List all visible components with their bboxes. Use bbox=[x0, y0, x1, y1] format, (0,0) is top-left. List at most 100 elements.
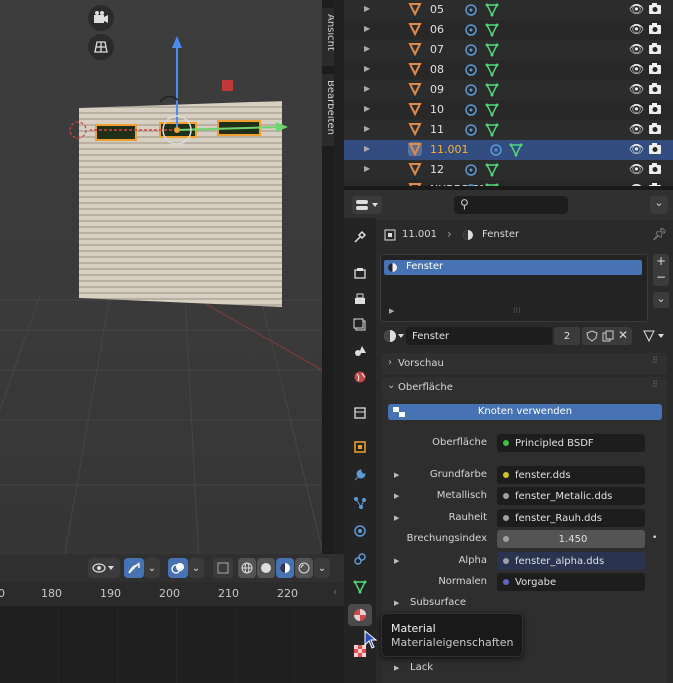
outliner-row[interactable]: ▶ 11.001 👁︎ bbox=[344, 140, 673, 160]
expand-arrow-icon[interactable]: ▶ bbox=[389, 307, 394, 315]
expand-arrow-icon[interactable]: ▶ bbox=[364, 64, 370, 73]
mesh-data-icon[interactable] bbox=[509, 143, 523, 157]
outliner-row[interactable]: ▶ 10 👁︎ bbox=[344, 100, 673, 120]
drag-handle-icon[interactable]: ⠿ bbox=[652, 380, 658, 389]
eye-icon[interactable]: 👁︎ bbox=[629, 142, 644, 156]
object-tab-icon[interactable] bbox=[348, 436, 372, 458]
scene-tab-icon[interactable] bbox=[348, 340, 372, 362]
subsurface-row[interactable]: ▶ Subsurface bbox=[382, 593, 667, 613]
socket-link-field[interactable]: Principled BSDF bbox=[497, 434, 645, 452]
mesh-data-icon[interactable] bbox=[485, 3, 499, 17]
rendered-shading-icon[interactable] bbox=[295, 558, 313, 578]
expand-arrow-icon[interactable]: ▶ bbox=[364, 24, 370, 33]
tool-tab-icon[interactable] bbox=[348, 226, 372, 248]
eye-icon[interactable]: 👁︎ bbox=[629, 42, 644, 56]
outliner-row[interactable]: ▶ 09 👁︎ bbox=[344, 80, 673, 100]
mesh-data-icon[interactable] bbox=[485, 163, 499, 177]
outliner-row[interactable]: ▶ 07 👁︎ bbox=[344, 40, 673, 60]
add-slot-button[interactable]: + bbox=[653, 254, 669, 270]
browse-material-button[interactable] bbox=[382, 327, 406, 345]
render-camera-icon[interactable] bbox=[649, 3, 661, 14]
keyframe-dot-icon[interactable]: • bbox=[652, 533, 657, 543]
eye-icon[interactable]: 👁︎ bbox=[629, 2, 644, 16]
particles-tab-icon[interactable] bbox=[348, 492, 372, 514]
panel-oberflaeche[interactable]: ⌄ Oberfläche ⠿ bbox=[382, 377, 667, 399]
timeline-track[interactable] bbox=[0, 606, 334, 683]
outliner-row[interactable]: ▶ 12 👁︎ bbox=[344, 160, 673, 180]
mesh-data-icon[interactable] bbox=[485, 123, 499, 137]
expand-arrow-icon[interactable]: ▶ bbox=[394, 492, 399, 500]
gizmo-toggle-icon[interactable] bbox=[124, 558, 144, 578]
resize-grip-icon[interactable]: ⁝⁝⁝ bbox=[513, 306, 521, 315]
frame-ruler[interactable]: 0 180 190 200 210 220 ‹ bbox=[0, 582, 344, 606]
wall-mesh[interactable] bbox=[60, 30, 300, 310]
mesh-data-icon[interactable] bbox=[485, 103, 499, 117]
timeline[interactable]: 0 180 190 200 210 220 ‹ bbox=[0, 582, 344, 683]
mesh-data-icon[interactable] bbox=[485, 83, 499, 97]
render-camera-icon[interactable] bbox=[649, 63, 661, 74]
link-dropdown[interactable] bbox=[642, 327, 668, 345]
render-camera-icon[interactable] bbox=[649, 23, 661, 34]
fake-user-shield-icon[interactable] bbox=[586, 330, 598, 342]
render-camera-icon[interactable] bbox=[649, 43, 661, 54]
solid-shading-icon[interactable] bbox=[257, 558, 275, 578]
modifier-wrench-icon[interactable] bbox=[464, 3, 478, 17]
eye-icon[interactable]: 👁︎ bbox=[629, 82, 644, 96]
expand-arrow-icon[interactable]: ▶ bbox=[394, 557, 399, 565]
render-camera-icon[interactable] bbox=[649, 163, 661, 174]
3d-viewport[interactable] bbox=[0, 0, 322, 582]
modifier-wrench-icon[interactable] bbox=[489, 143, 503, 157]
outliner[interactable]: ▶ 05 👁︎ ▶ 06 👁︎ ▶ 07 👁︎ ▶ 08 👁︎ ▶ 09 👁︎ ▶ 10 👁︎ ▶ 11 👁︎ ▶ 11.0… bbox=[344, 0, 673, 188]
properties-editor[interactable]: ⚲ ⌄ 11.001 › Fenster 📌︎ Fenster ▶ ⁝⁝⁝ + … bbox=[344, 188, 673, 683]
eye-icon[interactable]: 👁︎ bbox=[629, 102, 644, 116]
modifier-tab-icon[interactable] bbox=[348, 464, 372, 486]
chevron-down-icon[interactable]: ⌄ bbox=[144, 558, 160, 578]
eye-icon[interactable]: 👁︎ bbox=[629, 22, 644, 36]
editor-type-button[interactable] bbox=[352, 196, 382, 214]
modifier-wrench-icon[interactable] bbox=[464, 123, 478, 137]
view-layer-tab-icon[interactable] bbox=[348, 314, 372, 336]
duplicate-icon[interactable] bbox=[602, 330, 614, 342]
material-name-field[interactable]: Fenster bbox=[406, 327, 552, 345]
remove-slot-button[interactable]: − bbox=[653, 270, 669, 286]
modifier-wrench-icon[interactable] bbox=[464, 63, 478, 77]
eye-icon[interactable]: 👁︎ bbox=[629, 62, 644, 76]
output-tab-icon[interactable] bbox=[348, 288, 372, 310]
modifier-wrench-icon[interactable] bbox=[464, 23, 478, 37]
expand-arrow-icon[interactable]: ▶ bbox=[364, 164, 370, 173]
chevron-down-icon[interactable]: ⌄ bbox=[314, 558, 330, 578]
outliner-row[interactable]: ▶ 08 👁︎ bbox=[344, 60, 673, 80]
socket-link-field[interactable]: fenster_Rauh.dds bbox=[497, 509, 645, 527]
render-camera-icon[interactable] bbox=[649, 83, 661, 94]
socket-link-field[interactable]: fenster_alpha.dds bbox=[497, 552, 645, 570]
ior-number-field[interactable]: 1.450 bbox=[497, 530, 645, 548]
data-tab-icon[interactable] bbox=[348, 576, 372, 598]
socket-link-field[interactable]: fenster_Metalic.dds bbox=[497, 487, 645, 505]
wireframe-shading-icon[interactable] bbox=[238, 558, 256, 578]
expand-arrow-icon[interactable]: ▶ bbox=[364, 104, 370, 113]
render-camera-icon[interactable] bbox=[649, 103, 661, 114]
eye-icon[interactable]: 👁︎ bbox=[629, 122, 644, 136]
overlay-toggle-icon[interactable] bbox=[168, 558, 188, 578]
render-camera-icon[interactable] bbox=[649, 123, 661, 134]
material-shading-icon[interactable] bbox=[276, 558, 294, 578]
material-tab-icon[interactable] bbox=[348, 604, 372, 626]
use-nodes-button[interactable]: Knoten verwenden bbox=[388, 404, 662, 420]
collection-tab-icon[interactable] bbox=[348, 402, 372, 424]
pin-icon[interactable]: 📌︎ bbox=[652, 227, 667, 241]
modifier-wrench-icon[interactable] bbox=[464, 163, 478, 177]
world-tab-icon[interactable] bbox=[348, 366, 372, 388]
modifier-wrench-icon[interactable] bbox=[464, 103, 478, 117]
chevron-down-icon[interactable]: ⌄ bbox=[653, 292, 669, 308]
modifier-wrench-icon[interactable] bbox=[464, 43, 478, 57]
drag-handle-icon[interactable]: ⠿ bbox=[652, 356, 658, 365]
expand-arrow-icon[interactable]: ▶ bbox=[364, 4, 370, 13]
modifier-wrench-icon[interactable] bbox=[464, 83, 478, 97]
socket-link-field[interactable]: fenster.dds bbox=[497, 466, 645, 484]
expand-arrow-icon[interactable]: ▶ bbox=[364, 84, 370, 93]
constraints-tab-icon[interactable] bbox=[348, 548, 372, 570]
camera-icon[interactable] bbox=[88, 5, 114, 31]
xray-toggle-icon[interactable] bbox=[213, 558, 233, 578]
expand-arrow-icon[interactable]: ▶ bbox=[364, 124, 370, 133]
lack-row[interactable]: ▶ Lack bbox=[382, 658, 667, 678]
